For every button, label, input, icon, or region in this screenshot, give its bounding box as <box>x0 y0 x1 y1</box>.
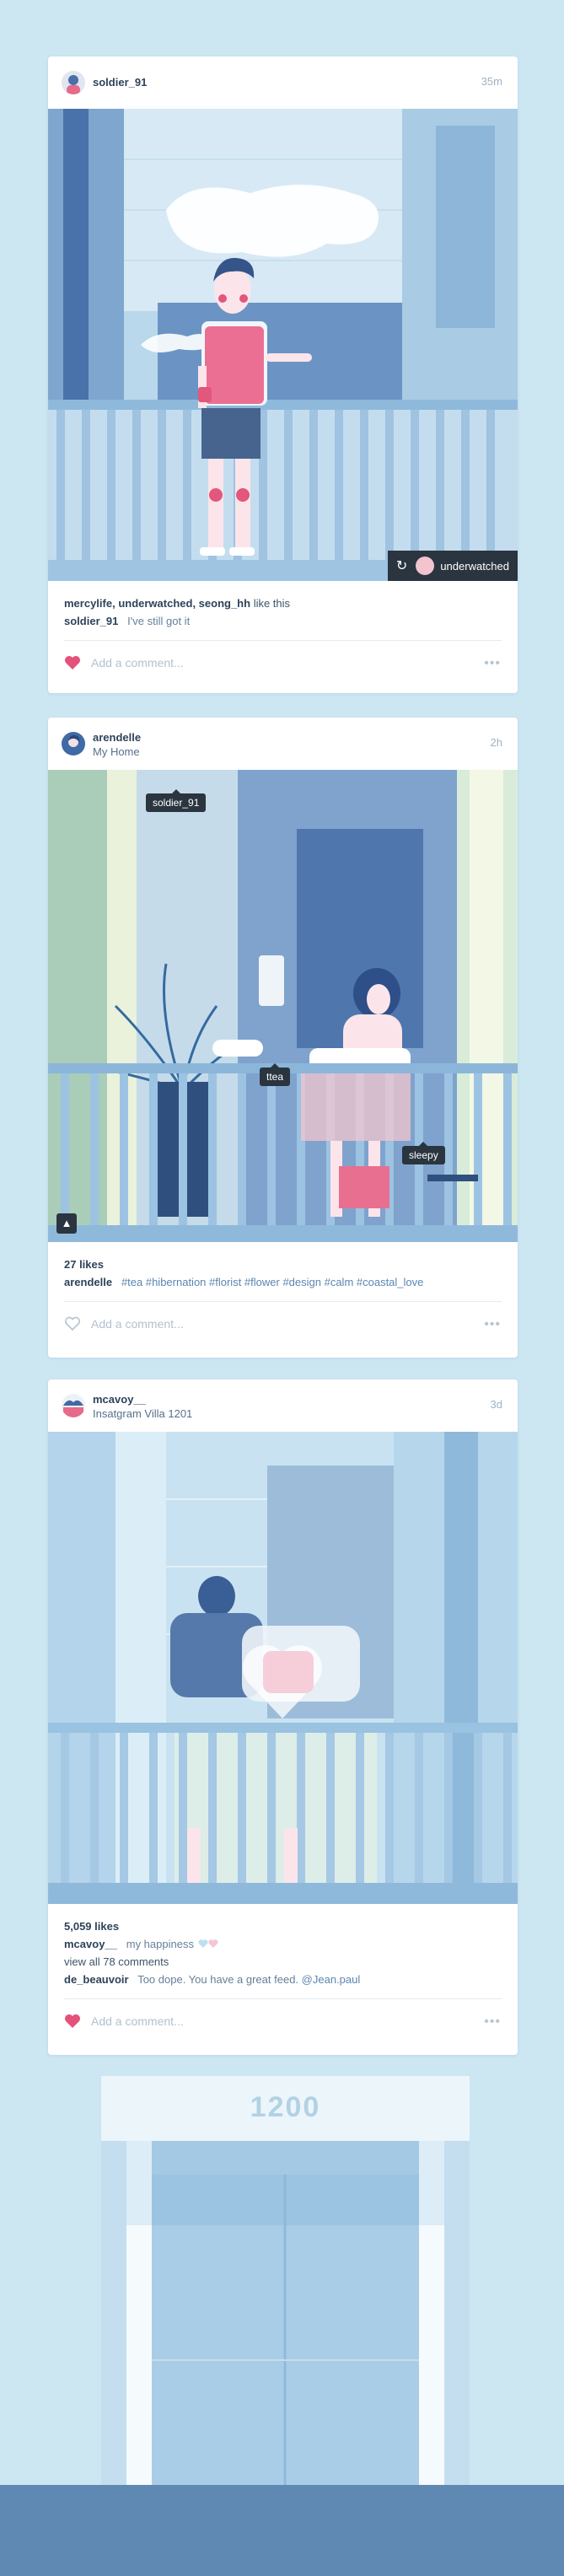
comment-text: Too dope. You have a great feed. <box>137 1973 299 1986</box>
caption-text: my happiness <box>126 1938 194 1950</box>
likes-line: mercylife, underwatched, seong_hh like t… <box>64 594 502 612</box>
caption: soldier_91 I've still got it <box>64 612 502 630</box>
caption: arendelle #tea #hibernation #florist #fl… <box>64 1273 502 1291</box>
comment-bar: Add a comment... ••• <box>48 1302 518 1346</box>
avatar <box>416 557 435 575</box>
tagged-people-icon[interactable]: ▲ <box>56 1213 77 1234</box>
more-options-icon[interactable]: ••• <box>484 656 501 671</box>
username[interactable]: soldier_91 <box>93 76 147 89</box>
comment: de_beauvoir Too dope. You have a great f… <box>64 1971 502 1988</box>
heart-outline-icon[interactable] <box>64 1316 81 1331</box>
post-meta: mercylife, underwatched, seong_hh like t… <box>48 581 518 630</box>
hearts-emoji-icon <box>198 1939 218 1948</box>
comment-bar: Add a comment... ••• <box>48 641 518 685</box>
comment-bar: Add a comment... ••• <box>48 1999 518 2043</box>
post-time: 3d <box>490 1398 502 1411</box>
post-photo[interactable]: ↻ underwatched <box>48 109 518 581</box>
repost-badge[interactable]: ↻ underwatched <box>387 551 518 581</box>
post-header: mcavoy__ Insatgram Villa 1201 3d <box>48 1379 518 1432</box>
building-number: 1200 <box>250 2091 321 2123</box>
caption: mcavoy__ my happiness <box>64 1935 502 1953</box>
heart-icon[interactable] <box>64 655 81 670</box>
caption-hashtags[interactable]: #tea #hibernation #florist #flower #desi… <box>121 1276 423 1288</box>
balcony-smoking-illustration <box>48 109 518 581</box>
more-options-icon[interactable]: ••• <box>484 2014 501 2030</box>
avatar[interactable] <box>62 732 85 756</box>
likes-count: 5,059 likes <box>64 1920 120 1933</box>
photo-tag-sleepy[interactable]: sleepy <box>402 1142 445 1164</box>
repost-icon: ↻ <box>395 559 408 573</box>
repost-username[interactable]: underwatched <box>440 560 509 573</box>
comment-input[interactable]: Add a comment... <box>91 656 184 670</box>
caption-username[interactable]: arendelle <box>64 1276 112 1288</box>
avatar[interactable] <box>62 71 85 94</box>
avatar[interactable] <box>62 1394 85 1417</box>
liked-by-users[interactable]: mercylife, underwatched, seong_hh <box>64 597 250 610</box>
post-meta: 5,059 likes mcavoy__ my happiness view a… <box>48 1904 518 1988</box>
photo-tag-ttea[interactable]: ttea <box>260 1063 291 1086</box>
ground-strip <box>0 2485 564 2576</box>
post-header: arendelle My Home 2h <box>48 718 518 770</box>
building-sign: 1200 <box>101 2076 470 2141</box>
post-card-3: mcavoy__ Insatgram Villa 1201 3d 5,059 l… <box>48 1379 518 2055</box>
post-header: soldier_91 35m <box>48 56 518 109</box>
comment-mention[interactable]: @Jean.paul <box>302 1973 361 1986</box>
balcony-couple-illustration <box>48 1432 518 1904</box>
username[interactable]: arendelle <box>93 731 141 744</box>
caption-username[interactable]: soldier_91 <box>64 615 118 627</box>
photo-tag-soldier[interactable]: soldier_91 <box>146 789 207 812</box>
post-card-2: arendelle My Home 2h soldier_91 ttea sle… <box>48 718 518 1358</box>
comment-input[interactable]: Add a comment... <box>91 2014 184 2028</box>
post-time: 35m <box>481 75 502 88</box>
post-photo[interactable] <box>48 1432 518 1904</box>
post-photo[interactable]: soldier_91 ttea sleepy ▲ <box>48 770 518 1242</box>
caption-username[interactable]: mcavoy__ <box>64 1938 117 1950</box>
username[interactable]: mcavoy__ <box>93 1393 146 1406</box>
caption-text: I've still got it <box>127 615 191 627</box>
location[interactable]: My Home <box>93 745 140 758</box>
heart-icon[interactable] <box>64 2014 81 2029</box>
likes-suffix: like this <box>253 597 291 610</box>
post-time: 2h <box>490 736 502 749</box>
location[interactable]: Insatgram Villa 1201 <box>93 1407 192 1420</box>
view-all-comments-link[interactable]: view all 78 comments <box>64 1953 502 1971</box>
post-meta: 27 likes arendelle #tea #hibernation #fl… <box>48 1242 518 1291</box>
comment-username[interactable]: de_beauvoir <box>64 1973 129 1986</box>
balcony-tea-illustration <box>48 770 518 1242</box>
post-card-1: soldier_91 35m ↻ underwatched mercylife,… <box>48 56 518 693</box>
more-options-icon[interactable]: ••• <box>484 1317 501 1332</box>
likes-count: 27 likes <box>64 1258 104 1271</box>
comment-input[interactable]: Add a comment... <box>91 1317 184 1331</box>
